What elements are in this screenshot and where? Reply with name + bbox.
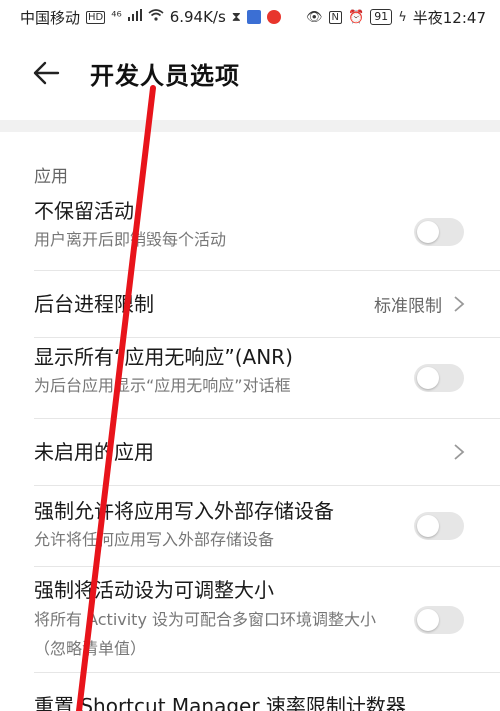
hourglass-icon: ⧗ — [231, 9, 241, 25]
battery-icon: 91 — [370, 9, 393, 25]
wifi-icon — [148, 9, 164, 25]
network-speed: 6.94K/s — [169, 8, 226, 26]
setting-subtitle: 允许将任何应用写入外部存储设备 — [34, 530, 275, 549]
setting-title: 重置 Shortcut Manager 速率限制计数器 — [34, 694, 406, 711]
app-bar: 开发人员选项 — [0, 34, 500, 112]
setting-title: 不保留活动 — [34, 199, 134, 223]
signal-icon — [127, 9, 142, 25]
carrier-label: 中国移动 — [20, 8, 81, 27]
setting-subtitle: 用户离开后即销毁每个活动 — [34, 230, 227, 249]
dont-keep-activities-toggle[interactable] — [414, 218, 464, 246]
status-right: 👁 N ⏰ 91 ϟ 半夜12:47 — [306, 7, 486, 28]
app-notification-icon — [246, 10, 261, 24]
back-arrow-icon — [33, 61, 60, 85]
chevron-right-icon — [454, 296, 465, 312]
charging-icon: ϟ — [398, 9, 407, 25]
chevron-right-icon — [454, 444, 465, 460]
setting-subtitle: 为后台应用显示“应用无响应”对话框 — [34, 376, 291, 395]
status-time: 半夜12:47 — [412, 8, 486, 27]
nfc-icon: N — [328, 10, 342, 24]
setting-title: 强制将活动设为可调整大小 — [34, 578, 274, 602]
setting-title: 未启用的应用 — [34, 440, 154, 464]
section-divider — [0, 120, 500, 132]
setting-title: 后台进程限制 — [34, 292, 154, 316]
setting-value: 标准限制 — [374, 296, 442, 317]
status-bar: 中国移动 HD ⁴⁶ 6.94K/s ⧗ 👁 N ⏰ 91 ϟ 半夜12:47 — [0, 0, 500, 34]
hd-icon: HD — [86, 10, 106, 24]
network-type-icon: ⁴⁶ — [111, 9, 122, 25]
back-button[interactable] — [32, 55, 68, 91]
section-header-apps: 应用 — [34, 167, 68, 187]
eye-icon: 👁 — [306, 9, 323, 25]
status-left: 中国移动 HD ⁴⁶ 6.94K/s ⧗ — [20, 7, 281, 28]
setting-inactive-apps[interactable]: 未启用的应用 — [34, 419, 500, 486]
setting-force-allow-external-storage[interactable]: 强制允许将应用写入外部存储设备 允许将任何应用写入外部存储设备 — [34, 486, 500, 567]
setting-title: 显示所有“应用无响应”(ANR) — [34, 345, 293, 369]
weibo-icon — [266, 10, 281, 24]
setting-force-resizable-activities[interactable]: 强制将活动设为可调整大小 将所有 Activity 设为可配合多窗口环境调整大小… — [34, 567, 500, 673]
force-resizable-activities-toggle[interactable] — [414, 605, 464, 634]
setting-subtitle: 将所有 Activity 设为可配合多窗口环境调整大小（忽略清单值） — [34, 610, 377, 658]
setting-reset-shortcut-manager[interactable]: 重置 Shortcut Manager 速率限制计数器 — [34, 673, 500, 711]
setting-dont-keep-activities[interactable]: 不保留活动 用户离开后即销毁每个活动 — [34, 194, 500, 271]
setting-show-all-anr[interactable]: 显示所有“应用无响应”(ANR) 为后台应用显示“应用无响应”对话框 — [34, 338, 500, 419]
page-title: 开发人员选项 — [90, 61, 240, 90]
alarm-icon: ⏰ — [348, 9, 365, 25]
setting-background-process-limit[interactable]: 后台进程限制 标准限制 — [34, 271, 500, 338]
force-allow-external-storage-toggle[interactable] — [414, 512, 464, 540]
show-all-anr-toggle[interactable] — [414, 364, 464, 392]
setting-title: 强制允许将应用写入外部存储设备 — [34, 499, 334, 523]
